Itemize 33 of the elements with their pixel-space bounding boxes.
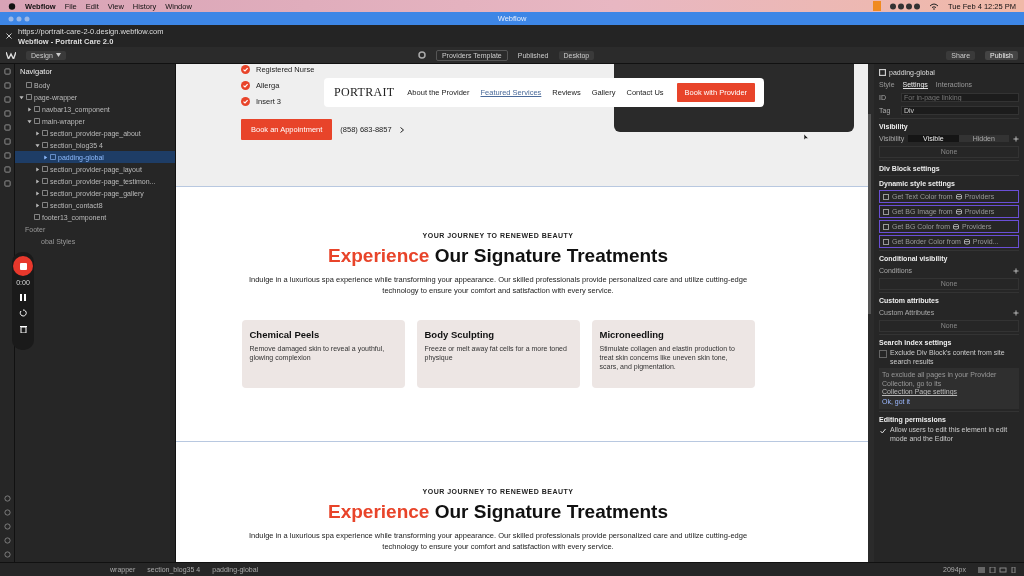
add-icon[interactable] [1013,135,1019,142]
check-icon [241,80,250,90]
restart-icon[interactable] [19,309,27,317]
wifi-icon[interactable] [928,2,939,10]
database-icon [955,208,962,215]
section-heading: Experience Our Signature Treatments [328,501,668,523]
element-icon [879,68,886,76]
stop-button[interactable] [13,256,33,276]
cursor-icon [804,134,809,141]
database-icon [955,193,962,200]
card-title: Chemical Peels [249,329,321,340]
trash-icon[interactable] [19,325,27,333]
section-heading: Experience Our Signature Treatments [328,245,668,267]
check-icon [241,96,250,106]
window-controls-icon[interactable] [8,15,32,22]
status-icons[interactable] [889,2,920,10]
check-icon [241,64,250,74]
card-title: Body Sculpting [424,329,496,340]
chevron-right-icon[interactable] [399,126,404,133]
add-icon[interactable] [1013,267,1019,274]
database-icon [952,223,959,230]
close-icon[interactable] [6,33,12,39]
database-icon [963,238,970,245]
pause-icon[interactable] [20,294,26,301]
gear-icon[interactable] [417,51,426,59]
card-title: Microneedling [599,329,665,340]
checkbox[interactable] [879,350,887,358]
logo-icon[interactable] [6,51,16,59]
site-logo[interactable]: PORTRAIT [334,85,395,100]
caret-icon [55,53,61,57]
add-icon[interactable] [1013,309,1019,316]
scrollbar[interactable] [868,114,871,314]
device-icons[interactable] [978,566,1018,573]
